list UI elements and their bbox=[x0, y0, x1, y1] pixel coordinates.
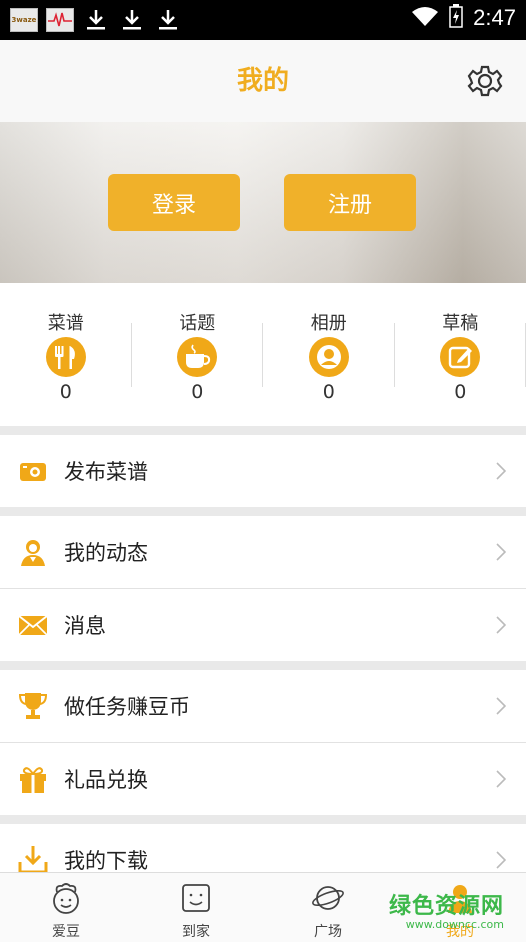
menu-label: 我的下载 bbox=[64, 849, 148, 873]
nav-label: 爱豆 bbox=[52, 924, 80, 940]
wifi-icon bbox=[411, 5, 439, 31]
menu-publish-recipe[interactable]: 发布菜谱 bbox=[0, 435, 526, 507]
menu-my-moments[interactable]: 我的动态 bbox=[0, 516, 526, 588]
menu-label: 消息 bbox=[64, 614, 106, 638]
stat-drafts[interactable]: 草稿 0 bbox=[395, 283, 526, 426]
menu-label: 发布菜谱 bbox=[64, 460, 148, 484]
stat-recipes[interactable]: 菜谱 0 bbox=[0, 283, 132, 426]
profile-banner: 登录 注册 bbox=[0, 122, 526, 283]
chevron-right-icon bbox=[496, 543, 507, 561]
section-gap bbox=[0, 815, 526, 824]
download-notification-icon bbox=[154, 8, 182, 32]
download-notification-icon bbox=[118, 8, 146, 32]
watermark-text: 绿色资源网 bbox=[388, 894, 504, 919]
stat-label: 菜谱 bbox=[47, 313, 84, 334]
stat-count: 0 bbox=[191, 381, 204, 403]
person-photo-icon bbox=[308, 337, 349, 377]
stat-topics[interactable]: 话题 0 bbox=[132, 283, 263, 426]
chef-face-icon bbox=[49, 881, 83, 915]
section-gap bbox=[0, 661, 526, 670]
stat-count: 0 bbox=[322, 381, 335, 403]
chevron-right-icon bbox=[496, 616, 507, 634]
nav-label: 到家 bbox=[182, 924, 210, 940]
menu-messages[interactable]: 消息 bbox=[0, 589, 526, 661]
chevron-right-icon bbox=[496, 462, 507, 480]
edit-icon bbox=[440, 337, 481, 377]
planet-icon bbox=[311, 881, 345, 915]
menu-label: 礼品兑换 bbox=[64, 768, 148, 792]
battery-icon bbox=[449, 4, 463, 32]
fork-knife-icon bbox=[45, 337, 86, 377]
trophy-icon bbox=[17, 690, 49, 722]
chevron-right-icon bbox=[496, 697, 507, 715]
status-bar: 3waze 2:47 bbox=[0, 0, 526, 40]
envelope-icon bbox=[17, 609, 49, 641]
stat-label: 相册 bbox=[310, 313, 347, 334]
tab-aidou[interactable]: 爱豆 bbox=[0, 873, 132, 942]
menu-gift-exchange[interactable]: 礼品兑换 bbox=[0, 743, 526, 815]
gift-icon bbox=[17, 763, 49, 795]
camera-icon bbox=[17, 455, 49, 487]
gear-icon[interactable] bbox=[466, 62, 504, 100]
user-icon bbox=[17, 536, 49, 568]
chevron-right-icon bbox=[496, 770, 507, 788]
coffee-cup-icon bbox=[177, 337, 218, 377]
tab-guangchang[interactable]: 广场 bbox=[262, 873, 394, 942]
stat-albums[interactable]: 相册 0 bbox=[263, 283, 395, 426]
clock: 2:47 bbox=[473, 5, 516, 30]
stat-count: 0 bbox=[59, 381, 72, 403]
watermark-url: www.downcc.com bbox=[405, 918, 504, 931]
watermark: 绿色资源网 www.downcc.com bbox=[389, 888, 504, 931]
download-notification-icon bbox=[82, 8, 110, 32]
tab-daojia[interactable]: 到家 bbox=[130, 873, 262, 942]
register-button[interactable]: 注册 bbox=[284, 174, 416, 231]
heartbeat-app-icon bbox=[46, 8, 74, 32]
login-button[interactable]: 登录 bbox=[108, 174, 240, 231]
stat-label: 草稿 bbox=[442, 313, 479, 334]
nav-label: 广场 bbox=[314, 924, 342, 940]
section-gap bbox=[0, 507, 526, 516]
stat-label: 话题 bbox=[179, 313, 216, 334]
menu-tasks[interactable]: 做任务赚豆币 bbox=[0, 670, 526, 742]
menu-label: 做任务赚豆币 bbox=[64, 695, 190, 719]
chevron-right-icon bbox=[496, 851, 507, 869]
section-gap bbox=[0, 426, 526, 435]
menu-label: 我的动态 bbox=[64, 541, 148, 565]
box-smile-icon bbox=[179, 881, 213, 915]
waze-app-icon: 3waze bbox=[10, 8, 38, 32]
stats-bar: 菜谱 0 话题 0 相册 0 草稿 0 bbox=[0, 283, 526, 426]
page-header: 我的 bbox=[0, 40, 526, 122]
stat-count: 0 bbox=[454, 381, 467, 403]
page-title: 我的 bbox=[236, 66, 289, 96]
